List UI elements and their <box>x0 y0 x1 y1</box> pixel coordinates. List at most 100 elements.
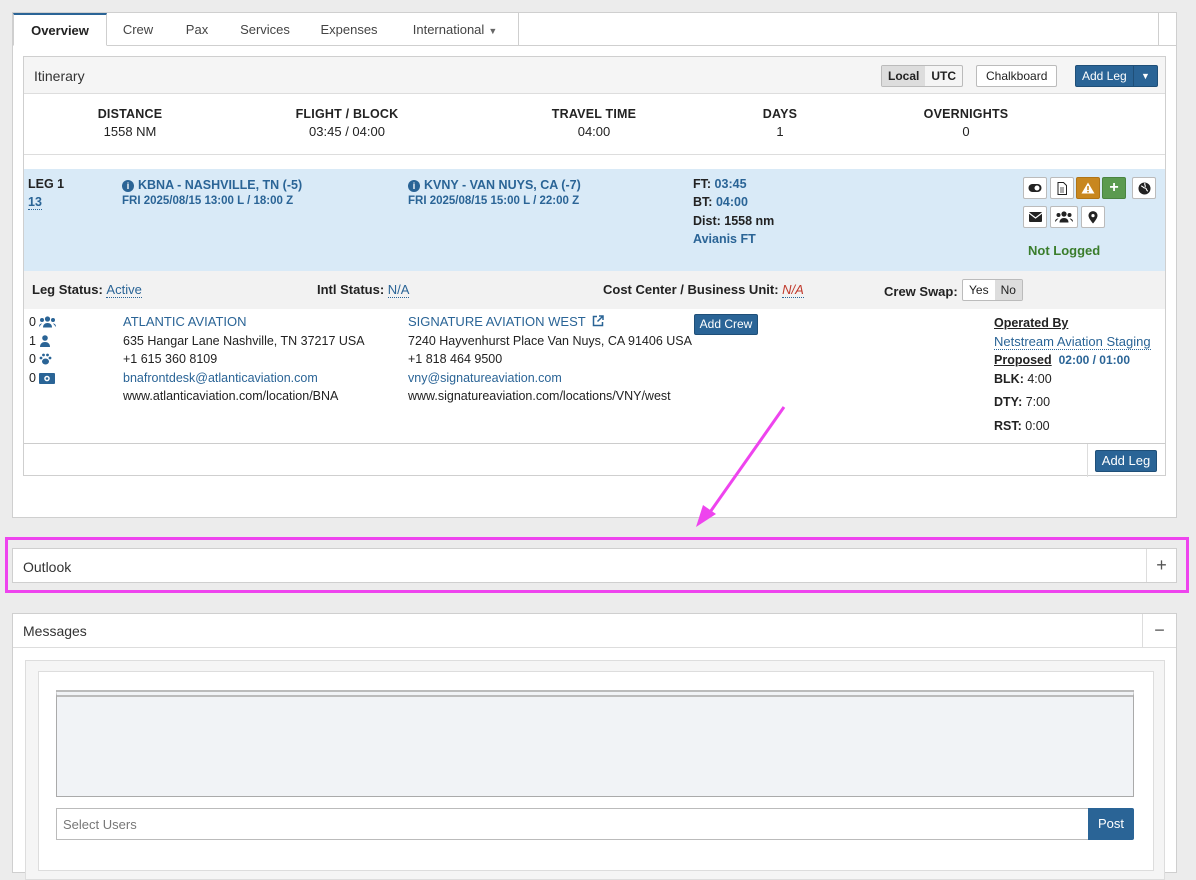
stat-value: 1558 NM <box>103 124 157 139</box>
crew-swap-yes[interactable]: Yes <box>963 280 995 300</box>
leg-status-value[interactable]: Active <box>106 282 142 298</box>
intl-status-label: Intl Status: <box>317 282 385 297</box>
dty: DTY: 7:00 <box>994 395 1050 409</box>
itinerary-title: Itinerary <box>34 68 85 84</box>
info-icon[interactable]: i <box>408 180 420 192</box>
departure-fbo-email[interactable]: bnafrontdesk@atlanticaviation.com <box>123 371 318 385</box>
map-pin-icon[interactable] <box>1081 206 1105 228</box>
arrival-fbo-name[interactable]: SIGNATURE AVIATION WEST <box>408 314 585 329</box>
tab-divider <box>1158 13 1159 46</box>
tab-services[interactable]: Services <box>227 13 303 46</box>
add-crew-button[interactable]: Add Crew <box>694 314 758 335</box>
add-icon[interactable]: + <box>1102 177 1126 199</box>
departure-airport[interactable]: i KBNA - NASHVILLE, TN (-5) <box>122 177 302 192</box>
select-users-input[interactable]: Select Users <box>56 808 1089 840</box>
tab-pax[interactable]: Pax <box>169 13 225 46</box>
users-icon <box>38 316 56 328</box>
caret-down-icon: ▼ <box>488 26 498 36</box>
crew-count: 1 <box>29 334 51 348</box>
leg-details: 0 1 0 0 ATLANTIC AVIATION 635 Hangar Lan… <box>24 309 1165 443</box>
tab-expenses[interactable]: Expenses <box>307 13 391 46</box>
itinerary-footer: Add Leg <box>24 443 1165 477</box>
rst-label: RST: <box>994 419 1022 433</box>
utc-time-button[interactable]: UTC <box>925 66 962 86</box>
blk-label: BLK: <box>994 372 1024 386</box>
crew-group-icon[interactable] <box>1050 206 1078 228</box>
ft-label: FT: <box>693 177 712 191</box>
tab-label: International <box>412 22 485 37</box>
stat-label: TRAVEL TIME <box>551 107 637 121</box>
arrival-airport-label: KVNY - VAN NUYS, CA (-7) <box>424 178 581 192</box>
arrival-airport[interactable]: i KVNY - VAN NUYS, CA (-7) <box>408 177 581 192</box>
arrival-fbo: SIGNATURE AVIATION WEST <box>408 314 604 329</box>
count-value: 1 <box>29 334 36 348</box>
leg-row: LEG 1 13 i KBNA - NASHVILLE, TN (-5) FRI … <box>24 169 1165 271</box>
tab-crew[interactable]: Crew <box>109 13 167 46</box>
operator-link[interactable]: Netstream Aviation Staging <box>994 334 1151 350</box>
crew-swap-toggle: Yes No <box>962 279 1023 301</box>
proposed-label: Proposed <box>994 353 1052 367</box>
local-time-button[interactable]: Local <box>882 66 926 86</box>
leg-title: LEG 1 <box>28 177 65 191</box>
blk-value: 4:00 <box>1027 372 1052 386</box>
dty-value: 7:00 <box>1025 395 1051 409</box>
warning-icon[interactable] <box>1076 177 1100 199</box>
info-icon[interactable]: i <box>122 180 134 192</box>
user-icon <box>39 335 50 347</box>
passenger-count: 0 <box>29 315 56 329</box>
caret-down-icon[interactable]: ▼ <box>1133 66 1157 86</box>
external-link-icon[interactable] <box>592 315 604 327</box>
stat-label: FLIGHT / BLOCK <box>295 107 399 121</box>
message-text-area[interactable] <box>56 690 1134 797</box>
outlook-panel: Outlook + <box>12 548 1177 583</box>
tab-international[interactable]: International ▼ <box>395 13 515 46</box>
crew-swap-no[interactable]: No <box>994 280 1022 300</box>
stat-days: DAYS 1 <box>700 107 860 139</box>
flight-time-source[interactable]: Avianis FT <box>693 232 756 246</box>
add-leg-dropdown[interactable]: Add Leg ▼ <box>1075 65 1158 87</box>
collapse-icon[interactable]: − <box>1142 614 1176 647</box>
count-value: 0 <box>29 315 36 329</box>
stat-value: 03:45 / 04:00 <box>309 124 385 139</box>
crew-swap-label: Crew Swap: <box>884 284 958 299</box>
toggle-icon[interactable] <box>1023 177 1047 199</box>
cost-center-value[interactable]: N/A <box>782 282 804 298</box>
footer-add-leg-button[interactable]: Add Leg <box>1095 450 1157 472</box>
arrival-fbo-email[interactable]: vny@signatureaviation.com <box>408 371 562 385</box>
leg-status: Leg Status: Active <box>32 282 142 298</box>
document-icon[interactable] <box>1050 177 1074 199</box>
add-leg-button[interactable]: Add Leg <box>1082 69 1127 83</box>
stat-value: 1 <box>776 124 784 139</box>
arrival-fbo-address: 7240 Hayvenhurst Place Van Nuys, CA 9140… <box>408 334 692 348</box>
operated-by-label: Operated By <box>994 316 1069 330</box>
arrival-fbo-phone: +1 818 464 9500 <box>408 352 503 366</box>
departure-airport-label: KBNA - NASHVILLE, TN (-5) <box>138 178 303 192</box>
stat-label: DISTANCE <box>97 107 163 121</box>
post-button[interactable]: Post <box>1088 808 1134 840</box>
cost-center-label: Cost Center / Business Unit: <box>603 282 779 297</box>
departure-time: FRI 2025/08/15 13:00 L / 18:00 Z <box>122 195 294 207</box>
email-icon[interactable] <box>1023 206 1047 228</box>
stat-label: OVERNIGHTS <box>923 107 1009 121</box>
itinerary-header: Itinerary Local UTC Chalkboard Add Leg ▼ <box>24 57 1165 94</box>
leg-status-label: Leg Status: <box>32 282 103 297</box>
tab-overview[interactable]: Overview <box>13 13 107 46</box>
dty-label: DTY: <box>994 395 1023 409</box>
departure-fbo-name[interactable]: ATLANTIC AVIATION <box>123 314 247 329</box>
outlook-title: Outlook <box>23 559 72 575</box>
arrival-fbo-website: www.signatureaviation.com/locations/VNY/… <box>408 389 671 403</box>
itinerary-stats: DISTANCE 1558 NM FLIGHT / BLOCK 03:45 / 04… <box>24 95 1165 155</box>
itinerary-panel: Itinerary Local UTC Chalkboard Add Leg ▼… <box>23 56 1166 477</box>
leg-number-link[interactable]: 13 <box>28 195 42 210</box>
intl-status: Intl Status: N/A <box>317 282 410 298</box>
expand-icon[interactable]: + <box>1146 549 1176 582</box>
intl-status-value[interactable]: N/A <box>387 282 410 298</box>
chalkboard-button[interactable]: Chalkboard <box>976 65 1058 87</box>
messages-title: Messages <box>23 623 87 639</box>
stat-value: 0 <box>962 124 970 139</box>
leg-status-bar: Leg Status: Active Intl Status: N/A Cost… <box>24 271 1165 309</box>
globe-icon[interactable] <box>1132 177 1156 199</box>
time-mode-toggle: Local UTC <box>881 65 964 87</box>
cost-center: Cost Center / Business Unit: N/A <box>603 282 804 298</box>
stat-label: DAYS <box>762 107 798 121</box>
